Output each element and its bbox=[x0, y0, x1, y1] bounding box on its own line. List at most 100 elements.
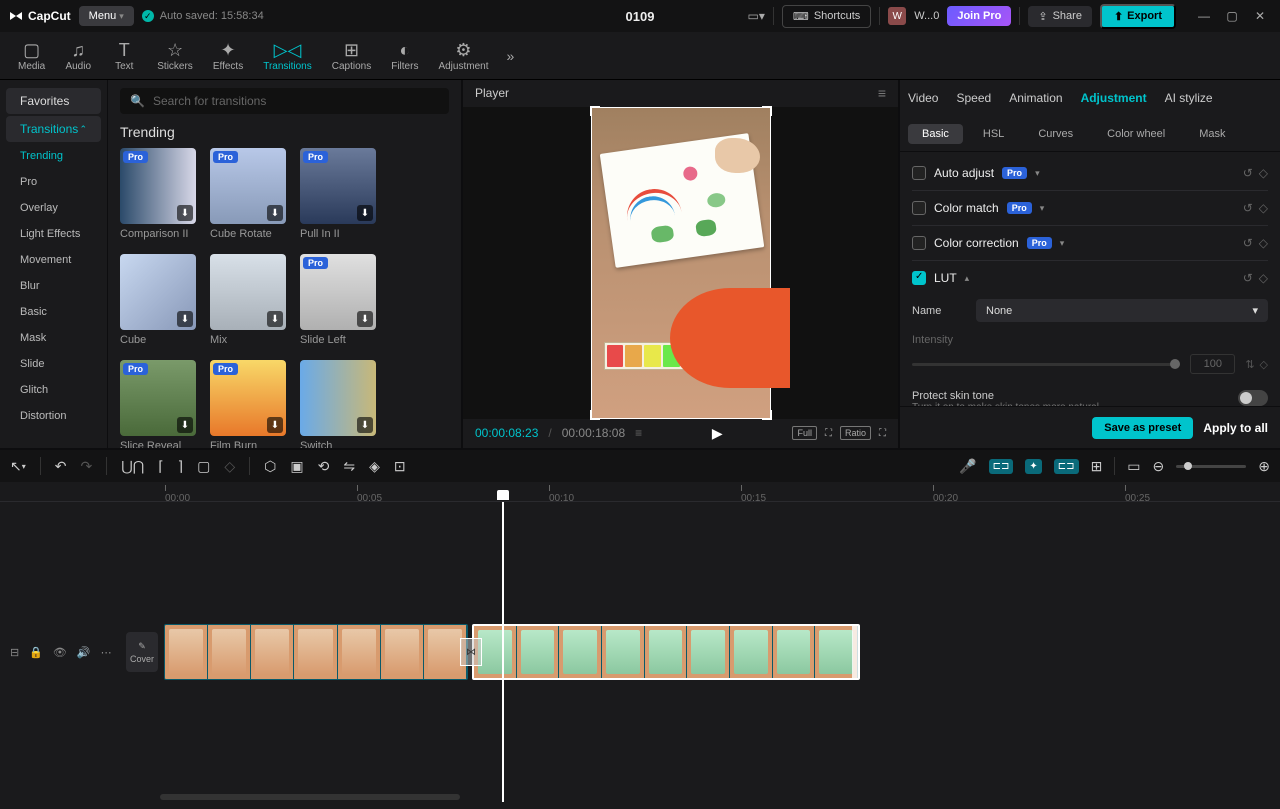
track-area[interactable]: ⋈ bbox=[160, 502, 1280, 802]
transition-slice-reveal[interactable]: Pro⬇Slice Reveal bbox=[120, 360, 196, 448]
sidebar-item-blur[interactable]: Blur bbox=[6, 274, 101, 298]
trim-right-icon[interactable]: ⌉ bbox=[178, 458, 183, 475]
subtab-curves[interactable]: Curves bbox=[1024, 124, 1087, 144]
sidebar-item-basic[interactable]: Basic bbox=[6, 300, 101, 324]
reset-icon[interactable]: ↺ bbox=[1243, 271, 1253, 285]
color-correction-checkbox[interactable] bbox=[912, 236, 926, 250]
ratio-button[interactable]: Ratio bbox=[840, 426, 871, 440]
inspector-tab-ai-stylize[interactable]: AI stylize bbox=[1165, 91, 1213, 105]
tool-transitions[interactable]: ▷◁Transitions bbox=[253, 37, 322, 74]
tool-captions[interactable]: ⊞Captions bbox=[322, 37, 381, 74]
tool-text[interactable]: TText bbox=[101, 37, 147, 74]
more-tools-icon[interactable]: » bbox=[500, 48, 520, 64]
preview-icon[interactable]: ▭ bbox=[1127, 458, 1140, 475]
download-icon[interactable]: ⬇ bbox=[177, 417, 193, 433]
delete-icon[interactable]: ◇ bbox=[224, 458, 235, 475]
keyframe-icon[interactable]: ◇ bbox=[1259, 271, 1268, 285]
chevron-down-icon[interactable]: ▾ bbox=[1035, 168, 1040, 179]
sidebar-item-movement[interactable]: Movement bbox=[6, 248, 101, 272]
subtab-hsl[interactable]: HSL bbox=[969, 124, 1018, 144]
sidebar-item-glitch[interactable]: Glitch bbox=[6, 378, 101, 402]
snap-icon[interactable]: ✦ bbox=[1025, 459, 1041, 474]
sidebar-item-pro[interactable]: Pro bbox=[6, 170, 101, 194]
auto-adjust-checkbox[interactable] bbox=[912, 166, 926, 180]
subtab-mask[interactable]: Mask bbox=[1185, 124, 1239, 144]
sidebar-favorites[interactable]: Favorites bbox=[6, 88, 101, 114]
track-visible-icon[interactable]: 👁 bbox=[53, 646, 67, 659]
sidebar-item-slide[interactable]: Slide bbox=[6, 352, 101, 376]
time-ruler[interactable]: 00:0000:0500:1000:1500:2000:25 bbox=[0, 482, 1280, 502]
user-avatar[interactable]: W bbox=[888, 7, 906, 25]
clip-2-selected[interactable] bbox=[472, 624, 860, 680]
sidebar-item-mask[interactable]: Mask bbox=[6, 326, 101, 350]
zoom-out-icon[interactable]: ⊖ bbox=[1153, 458, 1165, 475]
magnet-on-icon[interactable]: ⊏⊐ bbox=[989, 459, 1014, 474]
search-input[interactable]: 🔍 Search for transitions bbox=[120, 88, 449, 114]
trim-left-icon[interactable]: ⌈ bbox=[158, 458, 163, 475]
menu-button[interactable]: Menu▾ bbox=[79, 6, 134, 26]
keyframe-icon[interactable]: ◇ bbox=[1259, 201, 1268, 215]
mirror-icon[interactable]: ⇋ bbox=[343, 458, 355, 475]
track-lock-icon[interactable]: 🔒 bbox=[29, 646, 43, 659]
fullscreen-icon[interactable]: ⛶ bbox=[879, 428, 886, 439]
full-button[interactable]: Full bbox=[792, 426, 817, 440]
download-icon[interactable]: ⬇ bbox=[267, 205, 283, 221]
reverse-icon[interactable]: ⟲ bbox=[318, 458, 330, 475]
subtab-color-wheel[interactable]: Color wheel bbox=[1093, 124, 1179, 144]
download-icon[interactable]: ⬇ bbox=[177, 311, 193, 327]
download-icon[interactable]: ⬇ bbox=[357, 417, 373, 433]
link-icon[interactable]: ⊏⊐ bbox=[1054, 459, 1079, 474]
reset-icon[interactable]: ↺ bbox=[1243, 201, 1253, 215]
split-icon[interactable]: ⋃⋂ bbox=[121, 458, 144, 475]
inspector-tab-adjustment[interactable]: Adjustment bbox=[1081, 91, 1147, 105]
select-tool-icon[interactable]: ↖ ▾ bbox=[10, 458, 26, 475]
intensity-slider[interactable] bbox=[912, 363, 1180, 366]
transition-cube-rotate[interactable]: Pro⬇Cube Rotate bbox=[210, 148, 286, 240]
layout-icon[interactable]: ▭▾ bbox=[748, 9, 765, 23]
track-mute-icon[interactable]: 🔊 bbox=[77, 646, 91, 659]
track-icon[interactable]: ⊞ bbox=[1091, 458, 1103, 475]
zoom-in-icon[interactable]: ⊕ bbox=[1258, 458, 1270, 475]
transition-pull-in-ii[interactable]: Pro⬇Pull In II bbox=[300, 148, 376, 240]
track-more-icon[interactable]: ⋯ bbox=[101, 646, 112, 659]
protect-skin-toggle[interactable] bbox=[1238, 390, 1268, 406]
tool-filters[interactable]: ◐Filters bbox=[381, 37, 428, 74]
maximize-button[interactable]: ▢ bbox=[1220, 6, 1244, 26]
keyframe-icon[interactable]: ◇ bbox=[1260, 358, 1268, 371]
undo-button[interactable]: ↶ bbox=[55, 458, 67, 475]
download-icon[interactable]: ⬇ bbox=[267, 417, 283, 433]
share-button[interactable]: ⇪Share bbox=[1028, 6, 1092, 27]
tool-adjustment[interactable]: ⚙Adjustment bbox=[428, 37, 498, 74]
transition-mix[interactable]: ⬇Mix bbox=[210, 254, 286, 346]
sidebar-item-distortion[interactable]: Distortion bbox=[6, 404, 101, 428]
export-button[interactable]: ⬆Export bbox=[1100, 4, 1176, 29]
reset-icon[interactable]: ↺ bbox=[1243, 236, 1253, 250]
stepper-icon[interactable]: ⇅ bbox=[1245, 358, 1254, 371]
tool-effects[interactable]: ✦Effects bbox=[203, 37, 253, 74]
transition-cube[interactable]: ⬇Cube bbox=[120, 254, 196, 346]
color-match-checkbox[interactable] bbox=[912, 201, 926, 215]
preview-scale-icon[interactable]: ⛶ bbox=[825, 428, 832, 439]
minimize-button[interactable]: — bbox=[1192, 6, 1216, 26]
transition-slide-left[interactable]: Pro⬇Slide Left bbox=[300, 254, 376, 346]
zoom-slider[interactable] bbox=[1176, 465, 1246, 468]
chevron-down-icon[interactable]: ▾ bbox=[1060, 238, 1065, 249]
transition-film-burn[interactable]: Pro⬇Film Burn bbox=[210, 360, 286, 448]
sidebar-item-overlay[interactable]: Overlay bbox=[6, 196, 101, 220]
lut-name-dropdown[interactable]: None ▾ bbox=[976, 299, 1268, 322]
sidebar-item-light-effects[interactable]: Light Effects bbox=[6, 222, 101, 246]
mic-icon[interactable]: 🎤 bbox=[959, 458, 976, 475]
inspector-tab-video[interactable]: Video bbox=[908, 91, 938, 105]
keyframe-icon[interactable]: ◇ bbox=[1259, 166, 1268, 180]
shortcuts-button[interactable]: ⌨Shortcuts bbox=[782, 5, 871, 28]
cover-button[interactable]: ✎ Cover bbox=[126, 632, 158, 672]
chevron-up-icon[interactable]: ▴ bbox=[965, 273, 970, 284]
duplicate-icon[interactable]: ▣ bbox=[290, 458, 303, 475]
transition-comparison-ii[interactable]: Pro⬇Comparison II bbox=[120, 148, 196, 240]
project-title[interactable]: 0109 bbox=[626, 9, 655, 24]
close-button[interactable]: ✕ bbox=[1248, 6, 1272, 26]
download-icon[interactable]: ⬇ bbox=[177, 205, 193, 221]
chevron-down-icon[interactable]: ▾ bbox=[1040, 203, 1045, 214]
transition-switch[interactable]: ⬇Switch bbox=[300, 360, 376, 448]
inspector-tab-speed[interactable]: Speed bbox=[956, 91, 991, 105]
